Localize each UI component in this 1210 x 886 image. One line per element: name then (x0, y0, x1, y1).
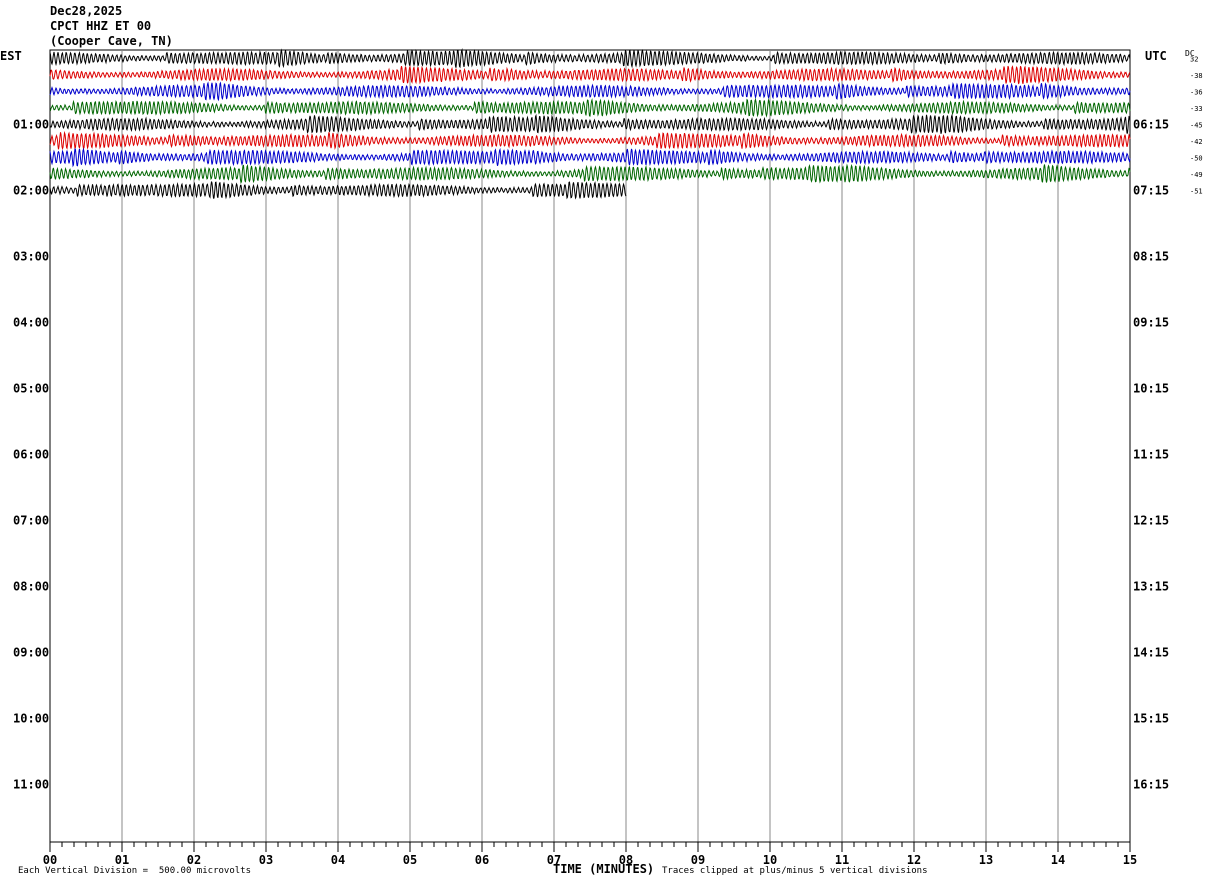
dc-offset-label: -38 (1190, 72, 1203, 80)
est-hour-label: 08:00 (13, 579, 49, 593)
dc-offset-label: -33 (1190, 105, 1203, 113)
x-tick-label: 15 (1123, 853, 1137, 867)
est-hour-label: 11:00 (13, 777, 49, 791)
dc-offset-label: -45 (1190, 121, 1203, 129)
est-hour-label: 05:00 (13, 381, 49, 395)
x-axis-title: TIME (MINUTES) (553, 862, 655, 876)
utc-hour-label: 06:15 (1133, 117, 1169, 131)
utc-hour-label: 09:15 (1133, 315, 1169, 329)
est-hour-label: 07:00 (13, 513, 49, 527)
est-hour-label: 04:00 (13, 315, 49, 329)
est-hour-label: 01:00 (13, 117, 49, 131)
x-axis-ticks (49, 841, 1131, 852)
x-tick-label: 05 (403, 853, 417, 867)
seismic-trace (49, 48, 1131, 69)
utc-hour-label: 16:15 (1133, 777, 1169, 791)
trace-layer (49, 48, 1131, 200)
clip-note: Traces clipped at plus/minus 5 vertical … (662, 866, 928, 876)
helicorder-plot: 32 -38 -36 -33 -45 -42 -50 -49 -51 01:00 02:00 03:0… (13, 48, 1203, 867)
utc-hour-label: 14:15 (1133, 645, 1169, 659)
x-tick-label: 09 (691, 853, 705, 867)
seismic-trace (49, 147, 1131, 168)
seismic-trace (49, 65, 1131, 85)
dc-offset-label: -42 (1190, 138, 1203, 146)
scale-note: Each Vertical Division = 500.00 microvol… (18, 866, 251, 876)
dc-offset-label: -50 (1190, 154, 1203, 162)
x-tick-label: 10 (763, 853, 777, 867)
x-tick-label: 13 (979, 853, 993, 867)
x-tick-label: 02 (187, 853, 201, 867)
utc-hour-label: 07:15 (1133, 183, 1169, 197)
utc-hour-label: 13:15 (1133, 579, 1169, 593)
x-tick-label: 12 (907, 853, 921, 867)
seismic-trace (49, 113, 1131, 135)
est-hour-label: 10:00 (13, 711, 49, 725)
x-tick-label: 03 (259, 853, 273, 867)
utc-hour-label: 12:15 (1133, 513, 1169, 527)
est-hour-label: 03:00 (13, 249, 49, 263)
est-hour-label: 02:00 (13, 183, 49, 197)
dc-offset-label: 32 (1190, 55, 1198, 63)
seismic-trace (49, 130, 1131, 151)
x-tick-label: 14 (1051, 853, 1065, 867)
axis-labels: 32 -38 -36 -33 -45 -42 -50 -49 -51 01:00 02:00 03:0… (13, 55, 1203, 867)
utc-hour-label: 11:15 (1133, 447, 1169, 461)
seismic-trace (49, 163, 1131, 185)
seismic-trace (49, 81, 1131, 102)
x-tick-label: 11 (835, 853, 849, 867)
x-tick-label: 01 (115, 853, 129, 867)
dc-offset-label: -51 (1190, 187, 1203, 195)
seismic-trace (49, 97, 1131, 118)
x-tick-label: 06 (475, 853, 489, 867)
est-hour-label: 06:00 (13, 447, 49, 461)
dc-offset-label: -36 (1190, 88, 1203, 96)
utc-hour-label: 15:15 (1133, 711, 1169, 725)
dc-offset-label: -49 (1190, 171, 1203, 179)
x-tick-label: 00 (43, 853, 57, 867)
x-tick-label: 04 (331, 853, 345, 867)
utc-hour-label: 08:15 (1133, 249, 1169, 263)
utc-hour-label: 10:15 (1133, 381, 1169, 395)
est-hour-label: 09:00 (13, 645, 49, 659)
